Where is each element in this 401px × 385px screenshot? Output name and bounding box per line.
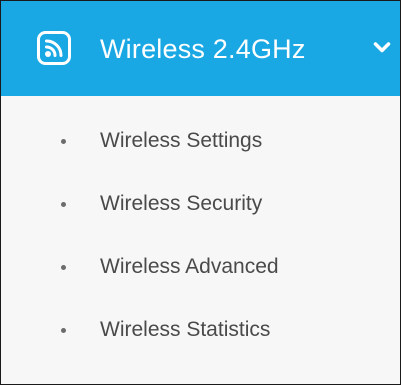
- navigation-menu: Wireless 2.4GHz Wireless Settings Wirele…: [0, 0, 401, 385]
- submenu-item-label: Wireless Statistics: [100, 318, 271, 341]
- submenu-item-wireless-settings[interactable]: Wireless Settings: [1, 113, 400, 169]
- submenu-item-label: Wireless Advanced: [100, 255, 279, 278]
- wireless-signal-icon: [37, 31, 71, 65]
- submenu-item-label: Wireless Settings: [100, 129, 263, 152]
- wireless-submenu: Wireless Settings Wireless Security Wire…: [1, 96, 400, 384]
- submenu-item-wireless-statistics[interactable]: Wireless Statistics: [1, 302, 400, 358]
- bullet-icon: [61, 202, 66, 207]
- bullet-icon: [61, 139, 66, 144]
- submenu-item-label: Wireless Security: [100, 192, 263, 215]
- menu-header-title: Wireless 2.4GHz: [100, 34, 306, 64]
- wireless-2-4ghz-menu-header[interactable]: Wireless 2.4GHz: [1, 1, 400, 96]
- submenu-item-wireless-security[interactable]: Wireless Security: [1, 176, 400, 232]
- submenu-item-wireless-advanced[interactable]: Wireless Advanced: [1, 239, 400, 295]
- bullet-icon: [61, 265, 66, 270]
- bullet-icon: [61, 328, 66, 333]
- chevron-down-icon[interactable]: [373, 41, 391, 55]
